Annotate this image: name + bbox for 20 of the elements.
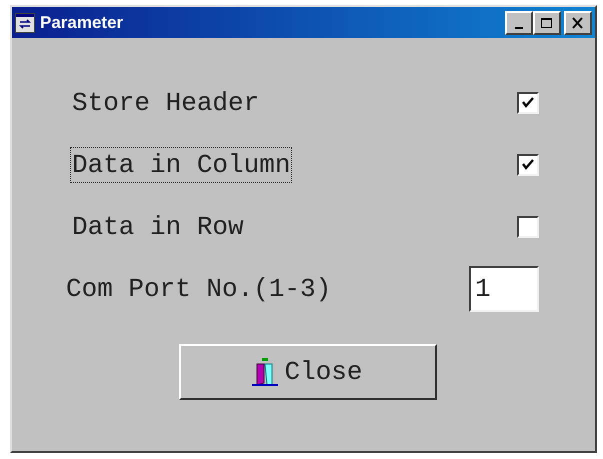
minimize-button[interactable] xyxy=(505,10,533,34)
maximize-button[interactable] xyxy=(533,10,561,34)
checkmark-icon xyxy=(521,96,535,110)
checkbox[interactable] xyxy=(517,92,539,114)
checkbox[interactable] xyxy=(517,154,539,176)
close-button[interactable] xyxy=(564,10,592,34)
com-port-field[interactable]: 1 xyxy=(469,266,539,312)
window-title: Parameter xyxy=(40,12,124,32)
option-label: Data in Row xyxy=(71,211,245,244)
exit-door-icon xyxy=(252,357,278,387)
minimize-icon xyxy=(515,26,523,28)
com-port-label: Com Port No.(1-3) xyxy=(65,273,332,306)
close-dialog-button[interactable]: Close xyxy=(178,344,436,400)
checkbox[interactable] xyxy=(517,216,539,238)
checkmark-icon xyxy=(521,158,535,172)
app-icon xyxy=(15,12,35,32)
option-label: Data in Column xyxy=(70,147,292,183)
close-icon xyxy=(571,16,585,28)
maximize-icon xyxy=(540,16,554,28)
option-label: Store Header xyxy=(71,87,260,120)
